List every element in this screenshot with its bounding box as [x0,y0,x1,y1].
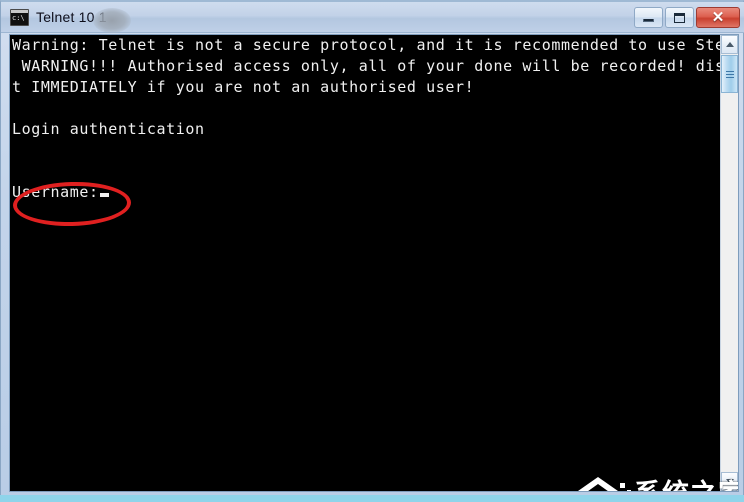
minimize-button[interactable] [634,7,663,28]
terminal-line: WARNING!!! Authorised access only, all o… [12,57,722,75]
close-icon: ✕ [711,9,725,26]
telnet-console-icon [10,8,29,26]
terminal-output[interactable]: Warning: Telnet is not a secure protocol… [10,35,722,491]
scroll-down-button[interactable] [721,472,738,491]
chevron-up-icon [725,42,734,47]
username-prompt-label: Username: [12,183,99,201]
terminal-line: t IMMEDIATELY if you are not an authoris… [12,78,475,96]
minimize-icon [643,19,654,22]
text-cursor [99,193,109,197]
maximize-button[interactable] [665,7,694,28]
screenshot-root: Telnet 10 1 ✕ Warning: Telnet is not a s… [0,0,744,502]
scrollbar-thumb[interactable] [721,55,738,93]
terminal-scrollbar[interactable] [720,35,738,491]
terminal-line: Login authentication [12,120,205,138]
terminal-line: Warning: Telnet is not a secure protocol… [12,36,722,54]
username-prompt-line: Username: [10,182,722,203]
window-controls: ✕ [634,7,740,28]
close-button[interactable]: ✕ [696,7,740,28]
telnet-window: Telnet 10 1 ✕ Warning: Telnet is not a s… [0,0,744,496]
chevron-down-icon [725,479,734,484]
terminal-panel: Warning: Telnet is not a secure protocol… [9,34,739,492]
scroll-up-button[interactable] [721,35,738,54]
scrollbar-grip-icon [725,70,734,78]
bottom-accent-strip [0,495,744,502]
window-titlebar[interactable]: Telnet 10 1 ✕ [1,2,744,33]
window-title: Telnet 10 1 [36,9,107,25]
maximize-icon [674,12,685,23]
